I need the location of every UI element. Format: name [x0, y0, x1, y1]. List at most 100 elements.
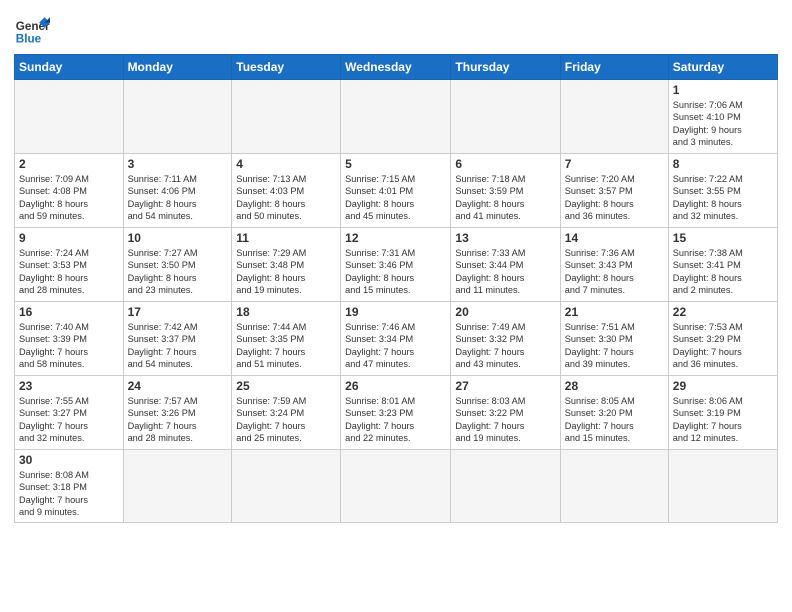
- calendar-cell: 8 Sunrise: 7:22 AM Sunset: 3:55 PM Daylig…: [668, 154, 777, 228]
- calendar-cell: 11 Sunrise: 7:29 AM Sunset: 3:48 PM Dayli…: [232, 228, 341, 302]
- calendar-cell: 15 Sunrise: 7:38 AM Sunset: 3:41 PM Dayli…: [668, 228, 777, 302]
- day-info: Sunrise: 7:20 AM Sunset: 3:57 PM Dayligh…: [565, 173, 664, 223]
- day-number: 18: [236, 305, 336, 319]
- calendar-cell: [560, 80, 668, 154]
- calendar-cell: [123, 80, 232, 154]
- day-number: 19: [345, 305, 446, 319]
- calendar-cell: 4 Sunrise: 7:13 AM Sunset: 4:03 PM Daylig…: [232, 154, 341, 228]
- day-number: 27: [455, 379, 555, 393]
- generalblue-logo-icon: General Blue: [14, 10, 50, 46]
- day-number: 2: [19, 157, 119, 171]
- weekday-header-thursday: Thursday: [451, 55, 560, 80]
- calendar-cell: [232, 80, 341, 154]
- day-info: Sunrise: 8:01 AM Sunset: 3:23 PM Dayligh…: [345, 395, 446, 445]
- day-info: Sunrise: 7:06 AM Sunset: 4:10 PM Dayligh…: [673, 99, 773, 149]
- calendar-cell: 7Sunrise: 7:20 AM Sunset: 3:57 PM Daylig…: [560, 154, 668, 228]
- day-number: 8: [673, 157, 773, 171]
- calendar-cell: [232, 450, 341, 523]
- calendar-cell: [341, 80, 451, 154]
- weekday-header-wednesday: Wednesday: [341, 55, 451, 80]
- calendar-cell: 28Sunrise: 8:05 AM Sunset: 3:20 PM Dayli…: [560, 376, 668, 450]
- day-number: 16: [19, 305, 119, 319]
- calendar-cell: 12 Sunrise: 7:31 AM Sunset: 3:46 PM Dayli…: [341, 228, 451, 302]
- day-info: Sunrise: 7:44 AM Sunset: 3:35 PM Dayligh…: [236, 321, 336, 371]
- day-number: 29: [673, 379, 773, 393]
- day-info: Sunrise: 7:24 AM Sunset: 3:53 PM Dayligh…: [19, 247, 119, 297]
- day-number: 13: [455, 231, 555, 245]
- day-number: 11: [236, 231, 336, 245]
- calendar-cell: 22Sunrise: 7:53 AM Sunset: 3:29 PM Dayli…: [668, 302, 777, 376]
- day-number: 4: [236, 157, 336, 171]
- day-info: Sunrise: 7:38 AM Sunset: 3:41 PM Dayligh…: [673, 247, 773, 297]
- day-info: Sunrise: 7:27 AM Sunset: 3:50 PM Dayligh…: [128, 247, 228, 297]
- day-info: Sunrise: 7:40 AM Sunset: 3:39 PM Dayligh…: [19, 321, 119, 371]
- day-number: 20: [455, 305, 555, 319]
- calendar-cell: 29 Sunrise: 8:06 AM Sunset: 3:19 PM Dayli…: [668, 376, 777, 450]
- calendar-cell: 30 Sunrise: 8:08 AM Sunset: 3:18 PM Dayli…: [15, 450, 124, 523]
- day-number: 3: [128, 157, 228, 171]
- day-info: Sunrise: 7:57 AM Sunset: 3:26 PM Dayligh…: [128, 395, 228, 445]
- day-info: Sunrise: 7:13 AM Sunset: 4:03 PM Dayligh…: [236, 173, 336, 223]
- calendar-cell: [560, 450, 668, 523]
- calendar-cell: 3Sunrise: 7:11 AM Sunset: 4:06 PM Daylig…: [123, 154, 232, 228]
- calendar-cell: 24Sunrise: 7:57 AM Sunset: 3:26 PM Dayli…: [123, 376, 232, 450]
- calendar-cell: [15, 80, 124, 154]
- day-number: 23: [19, 379, 119, 393]
- calendar-cell: [123, 450, 232, 523]
- calendar-cell: 21Sunrise: 7:51 AM Sunset: 3:30 PM Dayli…: [560, 302, 668, 376]
- day-number: 5: [345, 157, 446, 171]
- day-info: Sunrise: 7:49 AM Sunset: 3:32 PM Dayligh…: [455, 321, 555, 371]
- calendar-cell: 13Sunrise: 7:33 AM Sunset: 3:44 PM Dayli…: [451, 228, 560, 302]
- calendar-cell: 2 Sunrise: 7:09 AM Sunset: 4:08 PM Daylig…: [15, 154, 124, 228]
- day-info: Sunrise: 7:15 AM Sunset: 4:01 PM Dayligh…: [345, 173, 446, 223]
- calendar-cell: 25 Sunrise: 7:59 AM Sunset: 3:24 PM Dayli…: [232, 376, 341, 450]
- weekday-header-tuesday: Tuesday: [232, 55, 341, 80]
- day-info: Sunrise: 7:31 AM Sunset: 3:46 PM Dayligh…: [345, 247, 446, 297]
- calendar-week-row: 1 Sunrise: 7:06 AM Sunset: 4:10 PM Daylig…: [15, 80, 778, 154]
- day-number: 15: [673, 231, 773, 245]
- calendar-cell: [341, 450, 451, 523]
- day-number: 21: [565, 305, 664, 319]
- header: General Blue: [14, 10, 778, 46]
- weekday-header-row: SundayMondayTuesdayWednesdayThursdayFrid…: [15, 55, 778, 80]
- day-number: 10: [128, 231, 228, 245]
- calendar-cell: 6Sunrise: 7:18 AM Sunset: 3:59 PM Daylig…: [451, 154, 560, 228]
- calendar-cell: [451, 80, 560, 154]
- calendar-cell: 23 Sunrise: 7:55 AM Sunset: 3:27 PM Dayli…: [15, 376, 124, 450]
- calendar-cell: 19Sunrise: 7:46 AM Sunset: 3:34 PM Dayli…: [341, 302, 451, 376]
- calendar-week-row: 16 Sunrise: 7:40 AM Sunset: 3:39 PM Dayli…: [15, 302, 778, 376]
- page: General Blue SundayMondayTuesdayWednesda…: [0, 0, 792, 612]
- weekday-header-saturday: Saturday: [668, 55, 777, 80]
- day-info: Sunrise: 8:03 AM Sunset: 3:22 PM Dayligh…: [455, 395, 555, 445]
- calendar-cell: 17Sunrise: 7:42 AM Sunset: 3:37 PM Dayli…: [123, 302, 232, 376]
- day-number: 30: [19, 453, 119, 467]
- calendar-cell: 16 Sunrise: 7:40 AM Sunset: 3:39 PM Dayli…: [15, 302, 124, 376]
- day-info: Sunrise: 8:08 AM Sunset: 3:18 PM Dayligh…: [19, 469, 119, 519]
- day-number: 14: [565, 231, 664, 245]
- day-info: Sunrise: 7:42 AM Sunset: 3:37 PM Dayligh…: [128, 321, 228, 371]
- calendar-cell: 26Sunrise: 8:01 AM Sunset: 3:23 PM Dayli…: [341, 376, 451, 450]
- day-number: 12: [345, 231, 446, 245]
- calendar-cell: 18 Sunrise: 7:44 AM Sunset: 3:35 PM Dayli…: [232, 302, 341, 376]
- calendar-cell: 20 Sunrise: 7:49 AM Sunset: 3:32 PM Dayli…: [451, 302, 560, 376]
- day-info: Sunrise: 7:53 AM Sunset: 3:29 PM Dayligh…: [673, 321, 773, 371]
- calendar-week-row: 9Sunrise: 7:24 AM Sunset: 3:53 PM Daylig…: [15, 228, 778, 302]
- day-info: Sunrise: 8:06 AM Sunset: 3:19 PM Dayligh…: [673, 395, 773, 445]
- day-info: Sunrise: 7:22 AM Sunset: 3:55 PM Dayligh…: [673, 173, 773, 223]
- day-number: 1: [673, 83, 773, 97]
- calendar-cell: 1 Sunrise: 7:06 AM Sunset: 4:10 PM Daylig…: [668, 80, 777, 154]
- day-info: Sunrise: 7:29 AM Sunset: 3:48 PM Dayligh…: [236, 247, 336, 297]
- day-info: Sunrise: 7:36 AM Sunset: 3:43 PM Dayligh…: [565, 247, 664, 297]
- day-info: Sunrise: 7:09 AM Sunset: 4:08 PM Dayligh…: [19, 173, 119, 223]
- day-info: Sunrise: 8:05 AM Sunset: 3:20 PM Dayligh…: [565, 395, 664, 445]
- calendar-cell: 9Sunrise: 7:24 AM Sunset: 3:53 PM Daylig…: [15, 228, 124, 302]
- svg-text:Blue: Blue: [16, 32, 42, 45]
- logo: General Blue: [14, 10, 50, 46]
- day-info: Sunrise: 7:55 AM Sunset: 3:27 PM Dayligh…: [19, 395, 119, 445]
- calendar-cell: 5 Sunrise: 7:15 AM Sunset: 4:01 PM Daylig…: [341, 154, 451, 228]
- day-info: Sunrise: 7:59 AM Sunset: 3:24 PM Dayligh…: [236, 395, 336, 445]
- calendar-cell: 10 Sunrise: 7:27 AM Sunset: 3:50 PM Dayli…: [123, 228, 232, 302]
- calendar-cell: 14 Sunrise: 7:36 AM Sunset: 3:43 PM Dayli…: [560, 228, 668, 302]
- day-number: 25: [236, 379, 336, 393]
- weekday-header-monday: Monday: [123, 55, 232, 80]
